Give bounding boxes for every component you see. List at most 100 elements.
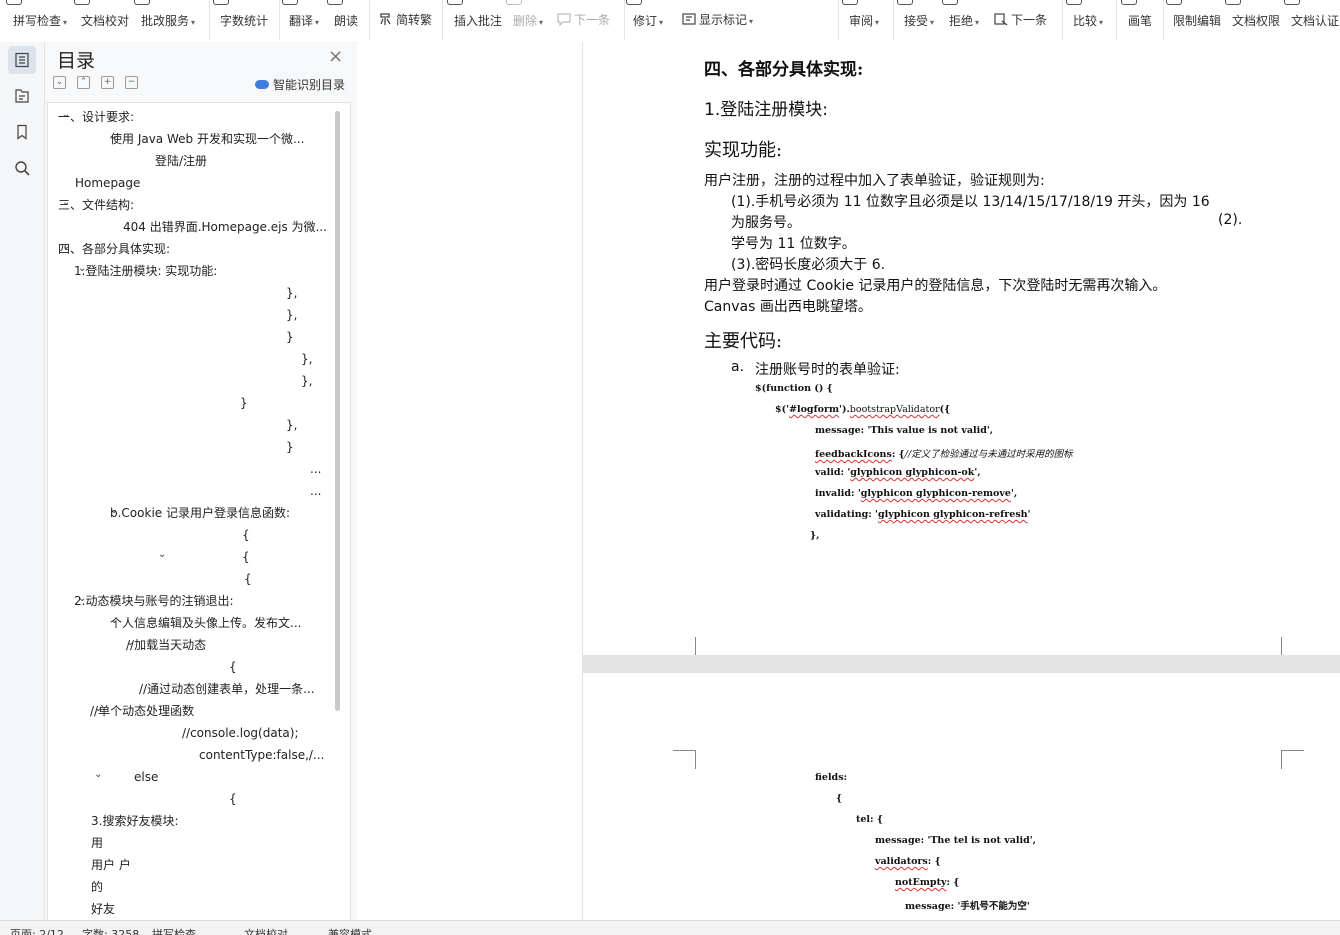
page-edge bbox=[582, 42, 583, 920]
toc-item[interactable]: //通过动态创建表单，处理一条... bbox=[139, 681, 315, 697]
toc-icon[interactable] bbox=[8, 46, 36, 74]
doc-list-item: 注册账号时的表单验证: bbox=[755, 362, 900, 378]
toc-item[interactable]: } bbox=[286, 329, 294, 345]
toc-item[interactable]: } bbox=[286, 439, 294, 455]
doc-certify-icon bbox=[1284, 0, 1300, 5]
doc-heading-features: 实现功能: bbox=[704, 140, 783, 161]
toc-item[interactable]: 用户 户 bbox=[91, 857, 131, 873]
toc-item[interactable]: { bbox=[242, 549, 250, 565]
toc-item[interactable]: { bbox=[244, 571, 252, 587]
toc-item[interactable]: 登陆/注册 bbox=[155, 153, 207, 169]
chevron-down-icon[interactable]: ⌄ bbox=[158, 547, 166, 563]
ribbon-separator bbox=[369, 0, 370, 40]
doc-paragraph: Canvas 画出西电眺望塔。 bbox=[704, 299, 872, 315]
toc-item[interactable]: }, bbox=[286, 307, 297, 323]
toc-item[interactable]: //console.log(data); bbox=[182, 725, 298, 741]
code-line: message: 'This value is not valid', bbox=[815, 425, 994, 436]
toc-item[interactable]: { bbox=[229, 791, 237, 807]
code-line: validating: 'glyphicon glyphicon-refresh… bbox=[815, 509, 1031, 520]
cloud-icon bbox=[255, 80, 269, 89]
code-line: invalid: 'glyphicon glyphicon-remove', bbox=[815, 488, 1018, 499]
delete-comment-icon bbox=[506, 0, 522, 5]
show-markup-icon bbox=[682, 13, 696, 29]
restrict-editing-icon bbox=[1166, 0, 1182, 5]
toc-item[interactable]: b.Cookie 记录用户登录信息函数: bbox=[110, 505, 290, 521]
toc-item[interactable]: 2.动态模块与账号的注销退出: bbox=[74, 593, 234, 609]
outline-icon[interactable] bbox=[8, 82, 36, 110]
chevron-down-icon[interactable]: ⌄ bbox=[94, 767, 102, 783]
code-line: validators: { bbox=[875, 856, 941, 867]
search-icon[interactable] bbox=[8, 154, 36, 182]
toc-item[interactable]: contentType:false,/... bbox=[199, 747, 324, 763]
doc-paragraph: (1).手机号必须为 11 位数字且必须是以 13/14/15/17/18/19… bbox=[731, 194, 1210, 210]
crop-mark bbox=[673, 750, 696, 769]
toc-item[interactable]: 三、文件结构: bbox=[58, 197, 134, 213]
toc-item[interactable]: 四、各部分具体实现: bbox=[58, 241, 170, 257]
correction-icon bbox=[134, 0, 150, 5]
doc-list-marker: a. bbox=[731, 359, 745, 375]
toc-item[interactable]: }, bbox=[301, 351, 312, 367]
compare-icon bbox=[1066, 0, 1082, 5]
toc-item[interactable]: } bbox=[240, 395, 248, 411]
crop-mark bbox=[1281, 750, 1304, 769]
doc-heading-section4: 四、各部分具体实现: bbox=[704, 60, 864, 80]
toc-scrollbar[interactable] bbox=[335, 111, 340, 711]
translate-icon bbox=[282, 0, 298, 5]
toc-item[interactable]: }, bbox=[301, 373, 312, 389]
ribbon-separator bbox=[1116, 0, 1117, 40]
add-level-icon[interactable]: + bbox=[101, 76, 114, 89]
review-icon bbox=[842, 0, 858, 5]
doc-paragraph: 用户登录时通过 Cookie 记录用户的登陆信息，下次登陆时无需再次输入。 bbox=[704, 278, 1167, 294]
toc-item[interactable]: ... bbox=[310, 483, 321, 499]
ribbon-separator bbox=[1163, 0, 1164, 40]
doc-paragraph: 学号为 11 位数字。 bbox=[731, 236, 856, 252]
toc-list-container: ⌄ 一、设计要求: ⌄ 使用 Java Web 开发和实现一个微... 登陆/注册 Hom… bbox=[47, 102, 351, 922]
toc-item[interactable]: 的 bbox=[91, 879, 103, 895]
smart-detect-toc-button[interactable]: 智能识别目录 bbox=[255, 76, 345, 93]
toc-item[interactable]: //加载当天动态 bbox=[126, 637, 206, 653]
ribbon-separator bbox=[442, 0, 443, 40]
spell-check-icon bbox=[6, 0, 22, 5]
expand-up-icon[interactable]: ⌃ bbox=[77, 76, 90, 89]
track-changes-icon bbox=[626, 0, 642, 5]
code-line: fields: bbox=[815, 772, 848, 783]
toc-panel: 目录 × ⌄ ⌃ + − 智能识别目录 ⌄ 一、设计要求: ⌄ 使用 Java Web… bbox=[45, 42, 357, 922]
code-line: feedbackIcons: {//定义了检验通过与未通过时采用的图标 bbox=[815, 449, 1073, 460]
toc-item[interactable]: 用 bbox=[91, 835, 103, 851]
code-line: notEmpty: { bbox=[895, 877, 960, 888]
toc-item[interactable]: { bbox=[229, 659, 237, 675]
toc-item[interactable]: ... bbox=[310, 461, 321, 477]
toc-title: 目录 bbox=[57, 50, 96, 72]
toc-item[interactable]: }, bbox=[286, 285, 297, 301]
pen-icon bbox=[1121, 0, 1137, 5]
code-line: message: 'The tel is not valid', bbox=[875, 835, 1036, 846]
toc-item[interactable]: Homepage bbox=[75, 175, 140, 191]
ribbon-separator bbox=[279, 0, 280, 40]
ribbon-separator bbox=[624, 0, 625, 40]
comment-icon bbox=[447, 0, 463, 5]
code-line: $('#logform').bootstrapValidator({ bbox=[775, 404, 951, 415]
close-icon[interactable]: × bbox=[328, 46, 343, 67]
code-line: tel: { bbox=[856, 814, 883, 825]
doc-paragraph: (2). bbox=[1218, 212, 1243, 228]
toc-item[interactable]: 一、设计要求: bbox=[58, 109, 134, 125]
doc-permission-icon bbox=[1225, 0, 1241, 5]
proofread-icon bbox=[74, 0, 90, 5]
toc-item[interactable]: 个人信息编辑及头像上传。发布文... bbox=[110, 615, 301, 631]
ribbon-separator bbox=[893, 0, 894, 40]
convert-icon bbox=[379, 12, 393, 29]
toc-item[interactable]: 1.登陆注册模块: 实现功能: bbox=[74, 263, 217, 279]
collapse-all-icon[interactable]: ⌄ bbox=[53, 76, 66, 89]
bookmark-icon[interactable] bbox=[8, 118, 36, 146]
toc-item[interactable]: //单个动态处理函数 bbox=[90, 703, 194, 719]
remove-level-icon[interactable]: − bbox=[125, 76, 138, 89]
toc-item[interactable]: { bbox=[242, 527, 250, 543]
toc-item[interactable]: 3.搜索好友模块: bbox=[91, 813, 179, 829]
doc-paragraph: (3).密码长度必须大于 6. bbox=[731, 257, 886, 273]
toc-item[interactable]: else bbox=[134, 769, 158, 785]
toc-item[interactable]: }, bbox=[286, 417, 297, 433]
toc-item[interactable]: 好友 bbox=[91, 901, 115, 917]
document-margin-area bbox=[358, 42, 583, 920]
toc-item[interactable]: 404 出错界面.Homepage.ejs 为微... bbox=[123, 219, 327, 235]
toc-item[interactable]: 使用 Java Web 开发和实现一个微... bbox=[110, 131, 304, 147]
